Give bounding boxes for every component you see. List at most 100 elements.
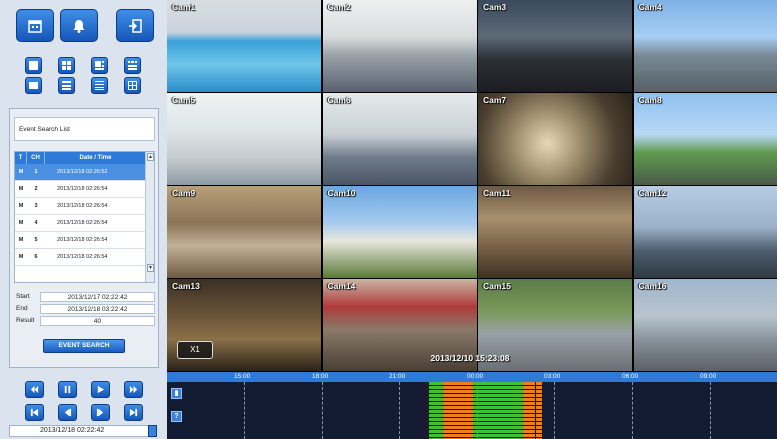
camera-label: Cam11 bbox=[483, 188, 511, 198]
camera-tile[interactable]: Cam4 bbox=[633, 0, 777, 92]
timeline-tick-label: 15:00 bbox=[234, 373, 251, 380]
layout-1-button[interactable] bbox=[25, 57, 42, 74]
timeline-gridline bbox=[554, 382, 555, 439]
timeline-gridline bbox=[632, 382, 633, 439]
play-button[interactable] bbox=[91, 381, 110, 398]
camera-tile[interactable]: Cam2 bbox=[322, 0, 477, 92]
zoom-indicator[interactable]: X1 bbox=[177, 341, 213, 359]
event-row[interactable]: M 4 2013/12/18 02:26:54 bbox=[15, 215, 154, 232]
camera-label: Cam13 bbox=[172, 281, 200, 291]
step-back-icon bbox=[64, 408, 72, 417]
fast-rewind-button[interactable] bbox=[25, 381, 44, 398]
alarm-button[interactable] bbox=[60, 9, 98, 42]
camera-feed bbox=[167, 0, 321, 92]
event-time: 2013/12/18 02:26:54 bbox=[57, 254, 108, 260]
recording-block[interactable] bbox=[536, 382, 542, 439]
camera-tile[interactable]: Cam5 bbox=[167, 93, 321, 185]
camera-feed bbox=[322, 0, 477, 92]
start-field[interactable]: 2013/12/17 02:22:42 bbox=[40, 292, 155, 302]
event-search-title: Event Search List bbox=[14, 117, 155, 141]
camera-label: Cam12 bbox=[638, 188, 667, 198]
timeline-ruler: 15:00 18:00 21:00 00:00 03:00 06:00 09:00 bbox=[167, 372, 777, 382]
event-type: M bbox=[18, 203, 24, 209]
playback-date-field[interactable]: 2013/12/18 02:22:42 bbox=[9, 425, 157, 437]
event-type: M bbox=[18, 254, 24, 260]
skip-end-button[interactable] bbox=[124, 404, 143, 421]
date-spinner-icon[interactable] bbox=[148, 425, 157, 437]
calendar-icon bbox=[28, 19, 42, 33]
result-field: 40 bbox=[40, 316, 155, 326]
camera-label: Cam10 bbox=[327, 188, 356, 198]
logout-button[interactable] bbox=[116, 9, 154, 42]
camera-tile[interactable]: Cam12 bbox=[633, 186, 777, 278]
camera-tile[interactable]: Cam9 bbox=[167, 186, 321, 278]
layout-6-button[interactable] bbox=[91, 57, 108, 74]
layout-16-button[interactable] bbox=[91, 77, 108, 94]
fullscreen-button[interactable] bbox=[124, 77, 141, 94]
event-time: 2013/12/18 02:26:54 bbox=[57, 186, 108, 192]
camera-feed bbox=[633, 0, 777, 92]
pause-button[interactable] bbox=[58, 381, 77, 398]
event-channel: 5 bbox=[34, 237, 38, 243]
bookmark-icon[interactable]: ▮ bbox=[171, 388, 182, 399]
layout-9-button[interactable] bbox=[124, 57, 141, 74]
calendar-button[interactable] bbox=[16, 9, 54, 42]
event-row[interactable]: M 1 2013/12/18 02:26:52 bbox=[15, 164, 154, 181]
layout-4-button[interactable] bbox=[58, 57, 75, 74]
event-table-scrollbar[interactable]: ▲ ▼ bbox=[145, 152, 154, 282]
recording-block[interactable] bbox=[443, 382, 473, 439]
timeline-tick-label: 09:00 bbox=[700, 373, 717, 380]
event-time: 2013/12/18 02:26:52 bbox=[57, 169, 108, 175]
camera-tile[interactable]: Cam7 bbox=[478, 93, 632, 185]
end-label: End bbox=[16, 305, 28, 312]
camera-label: Cam14 bbox=[327, 281, 356, 291]
recording-block[interactable] bbox=[477, 382, 523, 439]
camera-tile[interactable]: Cam13 X1 bbox=[167, 279, 321, 371]
camera-tile[interactable]: Cam6 bbox=[322, 93, 477, 185]
recording-block[interactable] bbox=[523, 382, 535, 439]
camera-tile[interactable]: Cam1 bbox=[167, 0, 321, 92]
event-type: M bbox=[18, 220, 24, 226]
camera-feed bbox=[167, 186, 321, 278]
camera-tile[interactable]: Cam3 bbox=[478, 0, 632, 92]
camera-tile[interactable]: Cam8 bbox=[633, 93, 777, 185]
timeline-panel[interactable]: 15:00 18:00 21:00 00:00 03:00 06:00 09:00 ▮ ? bbox=[167, 372, 777, 439]
step-forward-button[interactable] bbox=[91, 404, 110, 421]
camera-label: Cam7 bbox=[483, 95, 507, 105]
camera-tile[interactable]: Cam11 bbox=[478, 186, 632, 278]
fast-forward-icon bbox=[129, 385, 138, 394]
col-type: T bbox=[15, 152, 27, 164]
camera-label: Cam2 bbox=[327, 2, 351, 12]
event-time: 2013/12/18 02:26:54 bbox=[57, 220, 108, 226]
timeline-gridline bbox=[322, 382, 323, 439]
event-search-panel: Event Search List T CH Date / Time M 1 201… bbox=[9, 108, 159, 368]
event-table[interactable]: T CH Date / Time M 1 2013/12/18 02:26:52 M 2… bbox=[14, 151, 155, 283]
recording-block[interactable] bbox=[429, 382, 443, 439]
event-row[interactable]: M 6 2013/12/18 02:26:54 bbox=[15, 249, 154, 266]
scroll-up-icon[interactable]: ▲ bbox=[147, 153, 154, 161]
camera-feed bbox=[478, 0, 632, 92]
camera-label: Cam9 bbox=[172, 188, 196, 198]
bell-icon bbox=[73, 19, 85, 33]
layout-8-button[interactable] bbox=[25, 77, 42, 94]
skip-start-button[interactable] bbox=[25, 404, 44, 421]
step-back-button[interactable] bbox=[58, 404, 77, 421]
timeline-tick-label: 21:00 bbox=[389, 373, 406, 380]
col-channel: CH bbox=[27, 152, 45, 164]
event-row[interactable]: M 3 2013/12/18 02:26:54 bbox=[15, 198, 154, 215]
camera-label: Cam1 bbox=[172, 2, 196, 12]
camera-feed bbox=[633, 93, 777, 185]
event-channel: 2 bbox=[34, 186, 38, 192]
end-field[interactable]: 2013/12/18 03:22:42 bbox=[40, 304, 155, 314]
camera-tile[interactable]: Cam16 bbox=[633, 279, 777, 371]
scroll-down-icon[interactable]: ▼ bbox=[147, 264, 154, 272]
event-row[interactable]: M 2 2013/12/18 02:26:54 bbox=[15, 181, 154, 198]
event-row[interactable]: M 5 2013/12/18 02:26:54 bbox=[15, 232, 154, 249]
start-label: Start bbox=[16, 293, 30, 300]
layout-13-button[interactable] bbox=[58, 77, 75, 94]
help-icon[interactable]: ? bbox=[171, 411, 182, 422]
playback-date: 2013/12/18 02:22:42 bbox=[40, 427, 105, 434]
fast-forward-button[interactable] bbox=[124, 381, 143, 398]
event-search-button[interactable]: EVENT SEARCH bbox=[43, 339, 125, 353]
camera-tile[interactable]: Cam10 bbox=[322, 186, 477, 278]
